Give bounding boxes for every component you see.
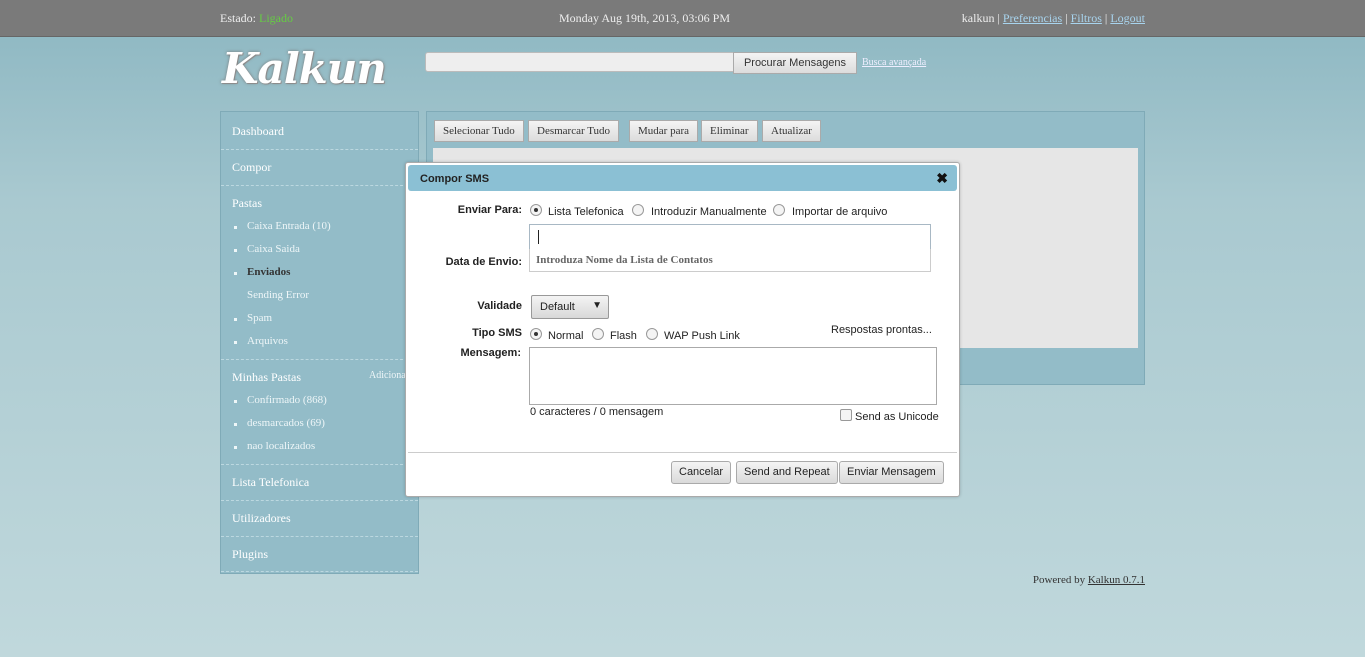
message-textarea[interactable]	[529, 347, 937, 405]
divider	[221, 571, 418, 572]
divider	[221, 359, 418, 360]
advanced-search-link[interactable]: Busca avançada	[862, 57, 926, 68]
top-bar: Estado: Ligado Monday Aug 19th, 2013, 03…	[0, 0, 1365, 37]
username: kalkun	[961, 11, 995, 25]
radio-phonebook-label: Lista Telefonica	[548, 206, 624, 218]
dialog-title: Compor SMS	[420, 173, 490, 185]
sidebar-item-phonebook[interactable]: Lista Telefonica	[232, 475, 309, 490]
kalkun-logo[interactable]: Kalkun	[222, 44, 387, 93]
sidebar-item-users[interactable]: Utilizadores	[232, 511, 291, 526]
radio-phonebook[interactable]	[530, 204, 542, 216]
divider	[221, 149, 418, 150]
folder-sending-error[interactable]: Sending Error	[247, 289, 309, 301]
bullet-icon	[234, 318, 237, 321]
bullet-icon	[234, 400, 237, 403]
radio-normal[interactable]	[530, 328, 542, 340]
chevron-down-icon: ▼	[592, 300, 602, 311]
my-folder-unmarked[interactable]: desmarcados (69)	[247, 417, 325, 429]
deselect-all-button[interactable]: Desmarcar Tudo	[528, 120, 620, 142]
sidebar-item-compose[interactable]: Compor	[232, 160, 271, 175]
my-folders-title: Minhas Pastas	[232, 370, 301, 384]
text-caret	[538, 230, 539, 244]
powered-by-text: Powered by	[1032, 574, 1086, 586]
radio-import-label: Importar de arquivo	[792, 206, 888, 218]
logout-link[interactable]: Logout	[1110, 11, 1145, 25]
bullet-icon	[234, 249, 237, 252]
validity-label: Validade	[477, 300, 522, 312]
unicode-checkbox[interactable]	[840, 409, 852, 421]
radio-manual[interactable]	[632, 204, 644, 216]
move-to-button[interactable]: Mudar para	[629, 120, 699, 142]
radio-flash[interactable]	[592, 328, 604, 340]
hint-text: Introduza Nome da Lista de Contatos	[536, 254, 713, 266]
folder-spam[interactable]: Spam	[247, 312, 272, 324]
my-folder-not-found[interactable]: nao localizados	[247, 440, 315, 452]
canned-responses-link[interactable]: Respostas prontas...	[831, 324, 932, 336]
divider	[221, 500, 418, 501]
add-folder-link[interactable]: Adicionar	[369, 370, 409, 381]
send-date-label: Data de Envio:	[445, 256, 522, 268]
recipient-input[interactable]	[529, 224, 931, 250]
preferences-link[interactable]: Preferencias	[1003, 11, 1062, 25]
folder-inbox[interactable]: Caixa Entrada (10)	[247, 220, 331, 232]
filters-link[interactable]: Filtros	[1071, 11, 1102, 25]
radio-wap-push-label: WAP Push Link	[664, 330, 740, 342]
separator: |	[997, 11, 1000, 25]
search-input[interactable]	[425, 52, 736, 72]
user-menu: kalkun | Preferencias | Filtros | Logout	[962, 11, 1145, 26]
bullet-icon	[234, 446, 237, 449]
connection-status: Estado: Ligado	[220, 11, 293, 26]
sidebar-item-dashboard[interactable]: Dashboard	[232, 124, 284, 139]
bullet-icon	[234, 341, 237, 344]
radio-import[interactable]	[773, 204, 785, 216]
divider	[221, 464, 418, 465]
divider	[221, 185, 418, 186]
cancel-button[interactable]: Cancelar	[671, 461, 732, 484]
separator: |	[1104, 11, 1108, 25]
send-and-repeat-button[interactable]: Send and Repeat	[736, 461, 838, 484]
refresh-button[interactable]: Atualizar	[762, 120, 821, 142]
autocomplete-hint: Introduza Nome da Lista de Contatos	[529, 249, 931, 272]
dialog-title-bar: Compor SMS ✖	[408, 165, 957, 191]
radio-normal-label: Normal	[548, 330, 584, 342]
send-to-label: Enviar Para:	[457, 204, 522, 216]
folders-title: Pastas	[232, 196, 262, 210]
message-label: Mensagem:	[460, 347, 521, 359]
validity-select[interactable]: Default ▼	[531, 295, 609, 319]
send-message-button[interactable]: Enviar Mensagem	[839, 461, 944, 484]
validity-value: Default	[540, 301, 575, 313]
sidebar: Dashboard Compor Pastas Caixa Entrada (1…	[220, 111, 419, 574]
delete-button[interactable]: Eliminar	[701, 120, 758, 142]
folder-outbox[interactable]: Caixa Saida	[247, 243, 300, 255]
select-all-button[interactable]: Selecionar Tudo	[434, 120, 524, 142]
current-datetime: Monday Aug 19th, 2013, 03:06 PM	[559, 11, 731, 25]
folder-archive[interactable]: Arquivos	[247, 335, 288, 347]
close-icon[interactable]: ✖	[936, 170, 948, 187]
divider	[221, 536, 418, 537]
status-label: Estado:	[220, 11, 256, 25]
sms-type-label: Tipo SMS	[472, 327, 522, 339]
bullet-icon	[234, 226, 237, 229]
search-button[interactable]: Procurar Mensagens	[733, 52, 857, 74]
status-value: Ligado	[259, 11, 293, 25]
separator: |	[1065, 11, 1068, 25]
bullet-icon	[234, 423, 237, 426]
compose-sms-dialog: Compor SMS ✖ Enviar Para: Lista Telefoni…	[405, 162, 960, 497]
sidebar-item-plugins[interactable]: Plugins	[232, 547, 268, 562]
unicode-label: Send as Unicode	[855, 411, 939, 423]
my-folder-confirmed[interactable]: Confirmado (868)	[247, 394, 327, 406]
radio-flash-label: Flash	[610, 330, 637, 342]
folder-sent[interactable]: Enviados	[247, 266, 290, 278]
radio-manual-label: Introduzir Manualmente	[651, 206, 767, 218]
radio-wap-push[interactable]	[646, 328, 658, 340]
divider	[408, 452, 957, 453]
kalkun-version-link[interactable]: Kalkun 0.7.1	[1088, 574, 1145, 586]
footer: Powered by Kalkun 0.7.1	[1033, 574, 1145, 586]
bullet-icon	[234, 272, 237, 275]
char-counter: 0 caracteres / 0 mensagem	[530, 406, 664, 418]
